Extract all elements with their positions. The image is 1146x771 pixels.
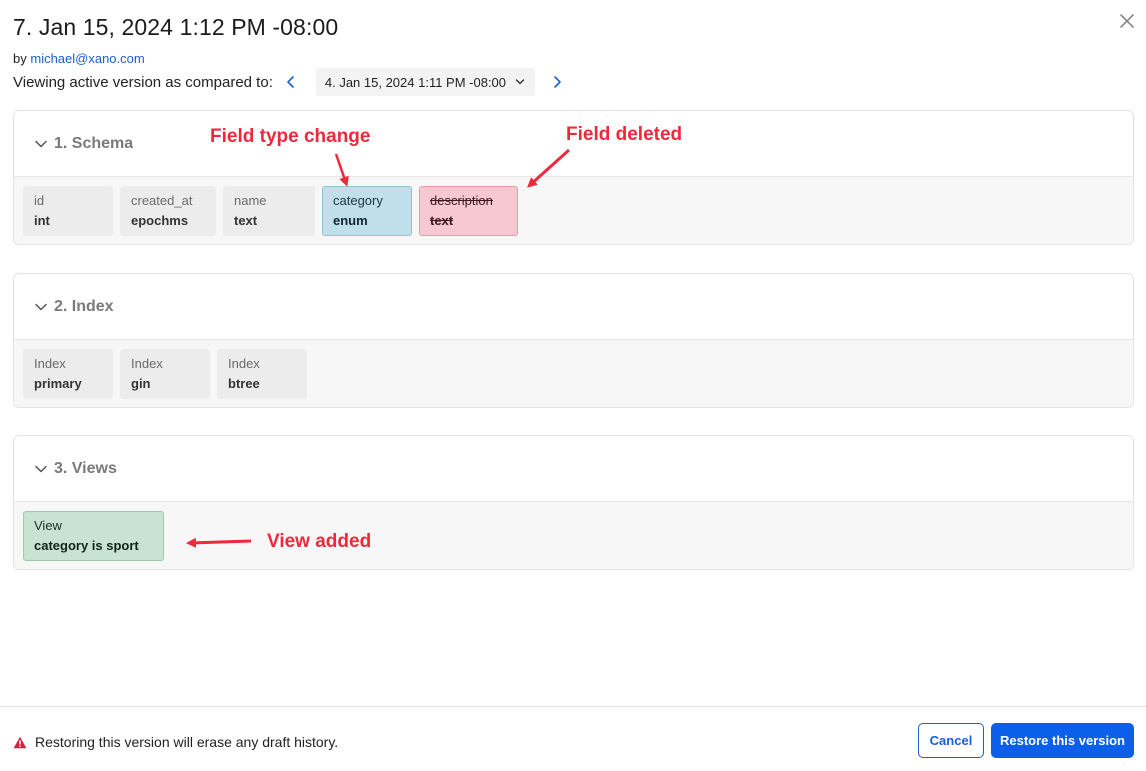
warning-icon	[13, 736, 27, 748]
annotation-field-deleted: Field deleted	[566, 124, 683, 145]
index-panel-header[interactable]: 2. Index	[14, 274, 1133, 340]
chevron-down-icon[interactable]	[34, 137, 48, 151]
views-panel-title[interactable]: 3. Views	[54, 460, 117, 478]
index-panel: 2. Index Index primary Index gin Index b…	[13, 273, 1134, 408]
index-type: primary	[34, 376, 82, 391]
field-name: description	[430, 193, 493, 208]
index-chip: Index gin	[120, 349, 210, 399]
warning-message: Restoring this version will erase any dr…	[13, 734, 338, 750]
chevron-down-icon	[515, 79, 525, 85]
index-label: Index	[34, 356, 66, 371]
field-name: id	[34, 193, 45, 208]
version-title: 7. Jan 15, 2024 1:12 PM -08:00	[13, 14, 339, 40]
chevron-left-icon[interactable]	[281, 68, 301, 96]
compare-version-select[interactable]: 4. Jan 15, 2024 1:11 PM -08:00	[315, 68, 536, 96]
index-panel-title[interactable]: 2. Index	[54, 298, 114, 316]
field-chip: name text	[223, 186, 315, 236]
field-name: category	[333, 193, 383, 208]
byline: by michael@xano.com	[13, 51, 145, 66]
cancel-button[interactable]: Cancel	[918, 723, 984, 758]
field-type: enum	[333, 213, 368, 228]
footer: Restoring this version will erase any dr…	[0, 706, 1146, 771]
index-type: btree	[228, 376, 260, 391]
field-chip: id int	[23, 186, 113, 236]
index-chip: Index primary	[23, 349, 113, 399]
views-panel-header[interactable]: 3. Views	[14, 436, 1133, 502]
field-type: text	[234, 213, 258, 228]
field-type: int	[34, 213, 50, 228]
chevron-down-icon[interactable]	[34, 462, 48, 476]
compare-row: Viewing active version as compared to: 4…	[13, 68, 567, 96]
compare-version-value: 4. Jan 15, 2024 1:11 PM -08:00	[324, 74, 507, 90]
view-filter: category is sport	[34, 538, 139, 553]
view-label: View	[34, 518, 62, 533]
field-type: text	[430, 213, 454, 228]
field-chip-deleted: description text	[419, 186, 518, 236]
views-panel: 3. Views View category is sport	[13, 435, 1134, 570]
close-icon[interactable]	[1117, 11, 1137, 31]
schema-panel-title[interactable]: 1. Schema	[54, 135, 133, 153]
by-prefix: by	[13, 51, 27, 66]
field-name: name	[234, 193, 267, 208]
index-chip: Index btree	[217, 349, 307, 399]
views-items: View category is sport	[14, 502, 1133, 569]
chevron-right-icon[interactable]	[547, 68, 567, 96]
annotation-view-added: View added	[267, 531, 372, 552]
index-type: gin	[131, 376, 151, 391]
index-label: Index	[131, 356, 163, 371]
field-chip: created_at epochms	[120, 186, 216, 236]
compare-label: Viewing active version as compared to:	[13, 73, 273, 91]
warning-text: Restoring this version will erase any dr…	[35, 734, 339, 750]
field-type: epochms	[131, 213, 189, 228]
field-name: created_at	[131, 193, 193, 208]
schema-fields: id int created_at epochms name text cate…	[14, 177, 1133, 244]
annotation-field-type-change: Field type change	[210, 126, 371, 147]
index-label: Index	[228, 356, 260, 371]
field-chip-changed: category enum	[322, 186, 412, 236]
restore-version-button[interactable]: Restore this version	[991, 723, 1134, 758]
index-items: Index primary Index gin Index btree	[14, 340, 1133, 407]
chevron-down-icon[interactable]	[34, 300, 48, 314]
author-link[interactable]: michael@xano.com	[30, 51, 144, 66]
view-chip-added: View category is sport	[23, 511, 164, 561]
